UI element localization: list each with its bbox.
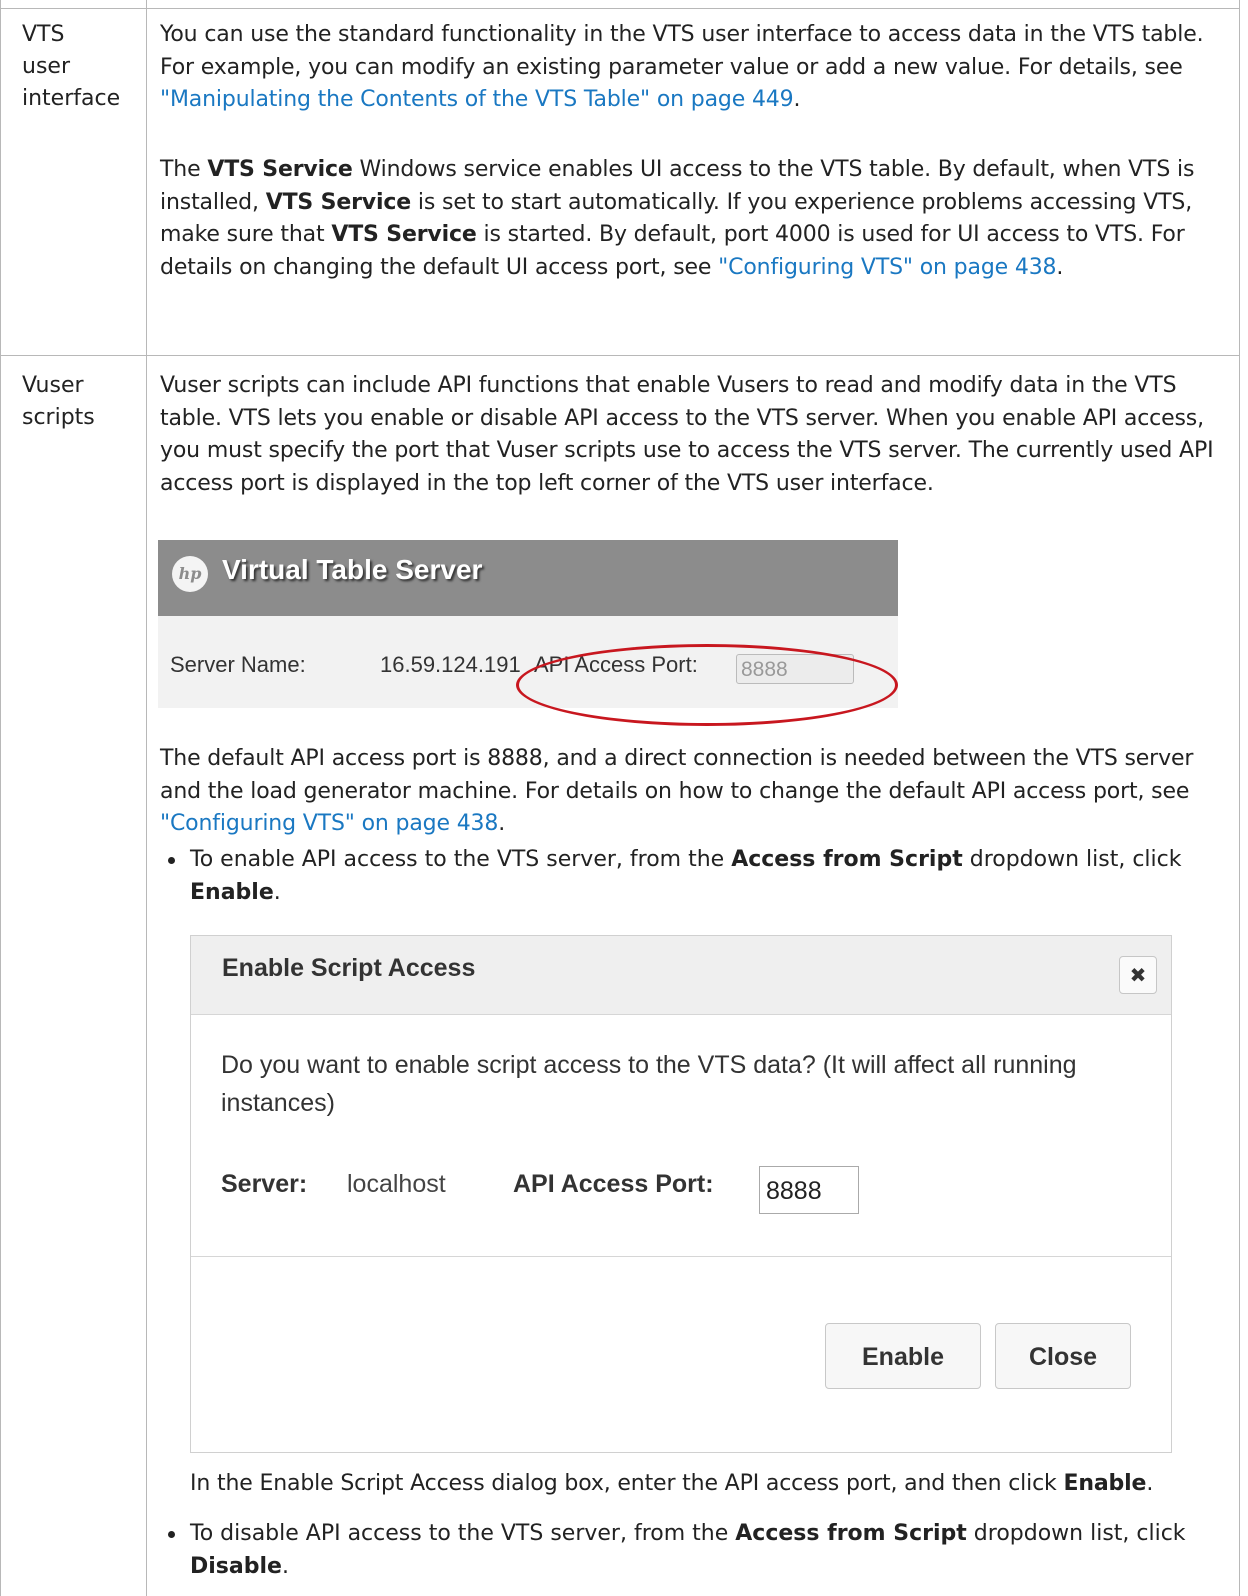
dialog-title: Enable Script Access [222,954,476,982]
text: . [1056,254,1064,280]
table-border-top [0,8,1240,9]
bullet-dot [168,1531,175,1538]
row-label-vts-ui: VTS user interface [22,19,132,115]
table-border-left [0,0,1,1596]
bold-text: Enable [1063,1471,1147,1496]
bold-text: Access from Script [731,847,963,872]
bullet-dot [168,857,175,864]
highlight-oval [516,644,898,726]
bold-text: VTS Service [331,222,477,247]
hp-logo-icon: hp [172,556,208,592]
vts-title-bar: hp Virtual Table Server [158,540,898,616]
dialog-server-label: Server: [221,1170,308,1198]
text: Vuser scripts can include API functions … [160,373,1214,496]
bullet-enable: To enable API access to the VTS server, … [160,844,1220,909]
row-content-vts-ui-p1: You can use the standard functionality i… [160,19,1220,117]
text: . [1146,1471,1154,1496]
text: . [793,87,801,112]
table-column-divider [146,0,147,1596]
row-label-line: VTS [22,22,65,47]
text: To disable API access to the VTS server,… [190,1521,736,1546]
close-button[interactable]: Close [995,1323,1131,1389]
server-name-label: Server Name: [170,652,306,677]
text: You can use the standard functionality i… [160,22,1204,80]
link-configuring-vts[interactable]: "Configuring VTS" on page 438 [718,255,1056,280]
enable-script-access-dialog: Enable Script Access ✖ Do you want to en… [190,935,1172,1453]
row-label-line: user [22,54,70,79]
text: . [273,879,281,905]
row-divider [0,355,1240,356]
row-label-line: scripts [22,405,95,430]
bold-text: Disable [190,1553,282,1579]
info-table: VTS user interface You can use the stand… [0,0,1248,1596]
text: In the Enable Script Access dialog box, … [190,1471,1064,1496]
row-label-line: Vuser [22,373,84,398]
row-label-line: interface [22,86,121,111]
dialog-message: Do you want to enable script access to t… [221,1051,1077,1117]
row-content-vuser-p1: Vuser scripts can include API functions … [160,370,1220,500]
bold-text: VTS Service [207,157,353,182]
dialog-header: Enable Script Access ✖ [191,936,1171,1015]
row-label-vuser-scripts: Vuser scripts [22,370,132,434]
text: The [160,157,208,182]
text: dropdown list, click [962,847,1182,872]
link-configuring-vts[interactable]: "Configuring VTS" on page 438 [160,811,498,836]
text: . [498,811,506,836]
bold-text: Enable [190,879,274,905]
text: To enable API access to the VTS server, … [190,847,732,872]
close-icon[interactable]: ✖ [1119,956,1157,994]
row-content-vts-ui-p2: The VTS Service Windows service enables … [160,154,1220,284]
dialog-divider [191,1256,1171,1257]
dialog-port-input[interactable]: 8888 [759,1166,859,1214]
dialog-port-label: API Access Port: [513,1170,714,1198]
table-border-right [1239,0,1240,1596]
server-name-value: 16.59.124.191 [380,652,521,677]
link-manipulating-vts-table[interactable]: "Manipulating the Contents of the VTS Ta… [160,87,794,112]
after-dialog-text: In the Enable Script Access dialog box, … [190,1468,1230,1501]
vts-header-screenshot: hp Virtual Table Server Server Name: 16.… [158,540,898,726]
bold-text: Access from Script [735,1521,967,1546]
bullet-disable: To disable API access to the VTS server,… [160,1518,1220,1583]
text: . [281,1553,289,1579]
dialog-server-value: localhost [347,1170,446,1198]
text: dropdown list, click [966,1521,1186,1546]
bold-text: VTS Service [265,189,412,215]
row-content-vuser-p2: The default API access port is 8888, and… [160,743,1220,841]
vts-title: Virtual Table Server [222,554,483,585]
enable-button[interactable]: Enable [825,1323,981,1389]
text: The default API access port is 8888, and… [160,746,1194,804]
